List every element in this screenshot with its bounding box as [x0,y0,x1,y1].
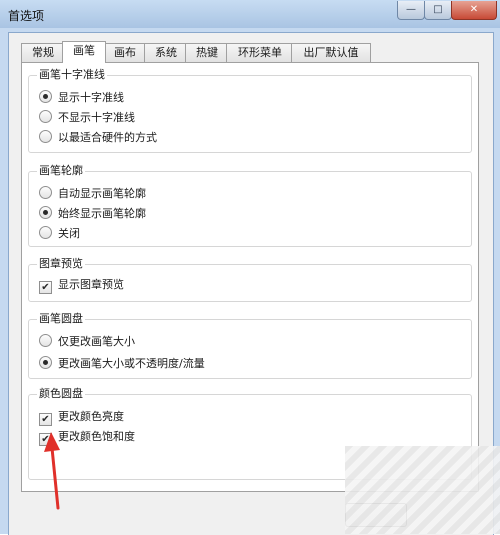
red-arrow-icon [44,432,60,510]
tab-brush[interactable]: 画笔 [62,41,106,63]
